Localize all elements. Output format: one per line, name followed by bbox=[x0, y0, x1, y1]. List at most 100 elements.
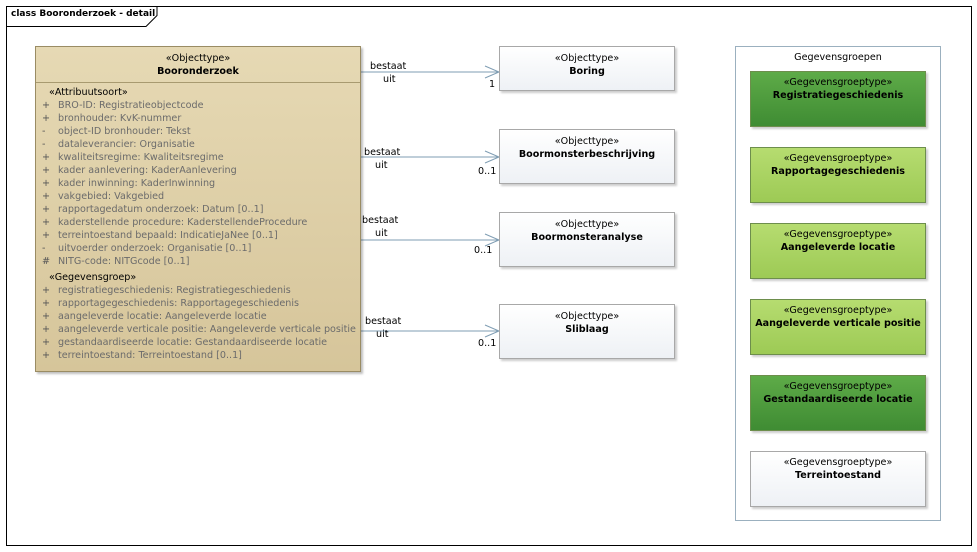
grouptype-rapportagegeschiedenis[interactable]: «Gegevensgroeptype» Rapportagegeschieden… bbox=[750, 147, 926, 203]
assoc-mult-2: 0..1 bbox=[478, 166, 497, 177]
class-stereotype: «Objecttype» bbox=[554, 219, 620, 230]
visibility-marker: + bbox=[42, 298, 51, 309]
attribute-text: uitvoerder onderzoek: Organisatie [0..1] bbox=[58, 243, 252, 254]
attribute-row[interactable]: + bronhouder: KvK-nummer bbox=[42, 112, 360, 125]
assoc-mult-3: 0..1 bbox=[474, 245, 493, 256]
grouptype-gestandaardiseerde-locatie[interactable]: «Gegevensgroeptype» Gestandaardiseerde l… bbox=[750, 375, 926, 431]
attribute-row[interactable]: + aangeleverde verticale positie: Aangele… bbox=[42, 323, 360, 336]
assoc-label-uit-4: uit bbox=[376, 329, 389, 340]
grouptype-stereotype: «Gegevensgroeptype» bbox=[783, 457, 893, 468]
attribute-text: terreintoestand bepaald: IndicatieJaNee … bbox=[58, 230, 278, 241]
grouptype-stereotype: «Gegevensgroeptype» bbox=[783, 229, 893, 240]
class-header: «Objecttype» Booronderzoek bbox=[36, 47, 360, 83]
class-boormonsteranalyse[interactable]: «Objecttype» Boormonsteranalyse bbox=[499, 212, 675, 267]
attribute-section: «Attribuutsoort» + BRO-ID: Registratieobj… bbox=[36, 86, 360, 268]
visibility-marker: - bbox=[42, 243, 46, 254]
package-gegevensgroepen[interactable]: Gegevensgroepen «Gegevensgroeptype» Regi… bbox=[735, 46, 941, 521]
class-sliblaag[interactable]: «Objecttype» Sliblaag bbox=[499, 304, 675, 359]
visibility-marker: + bbox=[42, 191, 51, 202]
class-stereotype: «Objecttype» bbox=[554, 53, 620, 64]
assoc-label-uit-3: uit bbox=[375, 228, 388, 239]
class-name: Sliblaag bbox=[565, 324, 609, 335]
attribute-row[interactable]: + BRO-ID: Registratieobjectcode bbox=[42, 99, 360, 112]
assoc-label-bestaat-2: bestaat bbox=[364, 147, 401, 158]
attribute-row[interactable]: + rapportagegeschiedenis: Rapportagegesch… bbox=[42, 297, 360, 310]
attribute-row[interactable]: - uitvoerder onderzoek: Organisatie [0..1… bbox=[42, 242, 360, 255]
visibility-marker: + bbox=[42, 324, 51, 335]
grouptype-stereotype: «Gegevensgroeptype» bbox=[783, 153, 893, 164]
grouptype-registratiegeschiedenis[interactable]: «Gegevensgroeptype» Registratiegeschiede… bbox=[750, 71, 926, 127]
attribute-text: gestandaardiseerde locatie: Gestandaardi… bbox=[58, 337, 328, 348]
attribute-text: bronhouder: KvK-nummer bbox=[58, 113, 182, 124]
attribute-text: kader aanlevering: KaderAanlevering bbox=[58, 165, 237, 176]
attribute-text: vakgebied: Vakgebied bbox=[58, 191, 165, 202]
visibility-marker: + bbox=[42, 311, 51, 322]
class-stereotype: «Objecttype» bbox=[165, 53, 231, 64]
class-name: Boring bbox=[569, 66, 605, 77]
grouptype-stereotype: «Gegevensgroeptype» bbox=[783, 305, 893, 316]
attribute-text: object-ID bronhouder: Tekst bbox=[58, 126, 191, 137]
visibility-marker: + bbox=[42, 113, 51, 124]
visibility-marker: + bbox=[42, 100, 51, 111]
grouptype-stereotype: «Gegevensgroeptype» bbox=[783, 381, 893, 392]
attribute-text: registratiegeschiedenis: Registratiegesc… bbox=[58, 285, 291, 296]
assoc-mult-4: 0..1 bbox=[478, 338, 497, 349]
class-boormonsterbeschrijving[interactable]: «Objecttype» Boormonsterbeschrijving bbox=[499, 129, 675, 184]
class-stereotype: «Objecttype» bbox=[554, 311, 620, 322]
visibility-marker: + bbox=[42, 217, 51, 228]
group-attribute-list: + registratiegeschiedenis: Registratieges… bbox=[42, 284, 360, 362]
visibility-marker: - bbox=[42, 139, 46, 150]
assoc-label-uit-1: uit bbox=[383, 74, 396, 85]
attribute-row[interactable]: + vakgebied: Vakgebied bbox=[42, 190, 360, 203]
attribute-row[interactable]: + aangeleverde locatie: Aangeleverde loca… bbox=[42, 310, 360, 323]
assoc-mult-1: 1 bbox=[489, 79, 496, 90]
attribute-text: kader inwinning: KaderInwinning bbox=[58, 178, 216, 189]
visibility-marker: + bbox=[42, 230, 51, 241]
visibility-marker: + bbox=[42, 165, 51, 176]
visibility-marker: + bbox=[42, 152, 51, 163]
visibility-marker: - bbox=[42, 126, 46, 137]
attribute-row[interactable]: - object-ID bronhouder: Tekst bbox=[42, 125, 360, 138]
attribute-row[interactable]: + kader inwinning: KaderInwinning bbox=[42, 177, 360, 190]
grouptype-terreintoestand[interactable]: «Gegevensgroeptype» Terreintoestand bbox=[750, 451, 926, 507]
attribute-row[interactable]: + kaderstellende procedure: Kaderstellend… bbox=[42, 216, 360, 229]
attribute-row[interactable]: + gestandaardiseerde locatie: Gestandaard… bbox=[42, 336, 360, 349]
attribute-text: NITG-code: NITGcode [0..1] bbox=[58, 256, 190, 267]
grouptype-name: Rapportagegeschiedenis bbox=[771, 166, 905, 177]
attribute-row[interactable]: - dataleverancier: Organisatie bbox=[42, 138, 360, 151]
grouptype-name: Gestandaardiseerde locatie bbox=[763, 394, 913, 405]
visibility-marker: + bbox=[42, 285, 51, 296]
attribute-row[interactable]: + terreintoestand: Terreintoestand [0..1] bbox=[42, 349, 360, 362]
package-title: Gegevensgroepen bbox=[794, 52, 882, 63]
grouptype-name: Terreintoestand bbox=[794, 470, 881, 481]
grouptype-stereotype: «Gegevensgroeptype» bbox=[783, 77, 893, 88]
class-name: Boormonsteranalyse bbox=[531, 232, 643, 243]
grouptype-aangeleverde-verticale-positie[interactable]: «Gegevensgroeptype» Aangeleverde vertica… bbox=[750, 299, 926, 355]
attribute-row[interactable]: + registratiegeschiedenis: Registratieges… bbox=[42, 284, 360, 297]
group-section-title: «Gegevensgroep» bbox=[49, 272, 137, 283]
attribute-text: rapportagedatum onderzoek: Datum [0..1] bbox=[58, 204, 264, 215]
class-booronderzoek[interactable]: «Objecttype» Booronderzoek «Attribuutsoo… bbox=[35, 46, 361, 372]
attribute-row[interactable]: + kader aanlevering: KaderAanlevering bbox=[42, 164, 360, 177]
attribute-row[interactable]: + terreintoestand bepaald: IndicatieJaNee… bbox=[42, 229, 360, 242]
visibility-marker: + bbox=[42, 178, 51, 189]
class-stereotype: «Objecttype» bbox=[554, 136, 620, 147]
attribute-row[interactable]: + kwaliteitsregime: Kwaliteitsregime bbox=[42, 151, 360, 164]
grouptype-aangeleverde-locatie[interactable]: «Gegevensgroeptype» Aangeleverde locatie bbox=[750, 223, 926, 279]
grouptype-name: Aangeleverde locatie bbox=[780, 242, 896, 253]
attribute-row[interactable]: # NITG-code: NITGcode [0..1] bbox=[42, 255, 360, 268]
visibility-marker: + bbox=[42, 337, 51, 348]
attribute-text: terreintoestand: Terreintoestand [0..1] bbox=[58, 350, 242, 361]
attribute-section-title: «Attribuutsoort» bbox=[49, 87, 128, 98]
attribute-text: aangeleverde verticale positie: Aangelev… bbox=[58, 324, 356, 335]
class-name: Boormonsterbeschrijving bbox=[518, 149, 656, 160]
attribute-text: BRO-ID: Registratieobjectcode bbox=[58, 100, 204, 111]
visibility-marker: # bbox=[42, 256, 51, 267]
class-boring[interactable]: «Objecttype» Boring bbox=[499, 46, 675, 91]
attribute-row[interactable]: + rapportagedatum onderzoek: Datum [0..1] bbox=[42, 203, 360, 216]
attribute-text: kwaliteitsregime: Kwaliteitsregime bbox=[58, 152, 224, 163]
assoc-label-bestaat-4: bestaat bbox=[365, 316, 402, 327]
grouptype-name: Aangeleverde verticale positie bbox=[755, 318, 921, 329]
attribute-text: aangeleverde locatie: Aangeleverde locat… bbox=[58, 311, 267, 322]
assoc-label-uit-2: uit bbox=[375, 160, 388, 171]
